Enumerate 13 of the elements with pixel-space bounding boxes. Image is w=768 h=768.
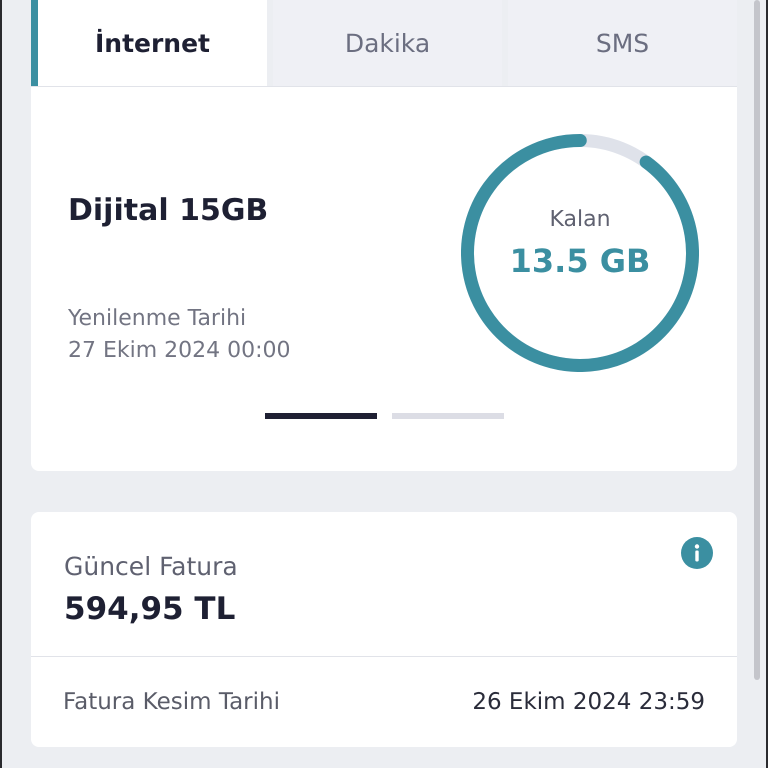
page-indicator[interactable] bbox=[264, 413, 376, 419]
remaining-value: 13.5 GB bbox=[510, 241, 650, 281]
bill-title: Güncel Fatura bbox=[64, 551, 238, 583]
package-name: Dijital 15GB bbox=[68, 193, 268, 229]
remaining-label: Kalan bbox=[549, 206, 611, 234]
info-icon[interactable] bbox=[681, 537, 713, 569]
renewal-label: Yenilenme Tarihi bbox=[68, 305, 246, 333]
page-indicator[interactable] bbox=[392, 413, 504, 419]
bill-amount: 594,95 TL bbox=[64, 591, 236, 627]
cutoff-label: Fatura Kesim Tarihi bbox=[63, 689, 280, 715]
cutoff-date: 26 Ekim 2024 23:59 bbox=[472, 689, 705, 715]
renewal-date: 27 Ekim 2024 00:00 bbox=[68, 337, 291, 365]
tab[interactable]: İnternet bbox=[31, 0, 267, 86]
